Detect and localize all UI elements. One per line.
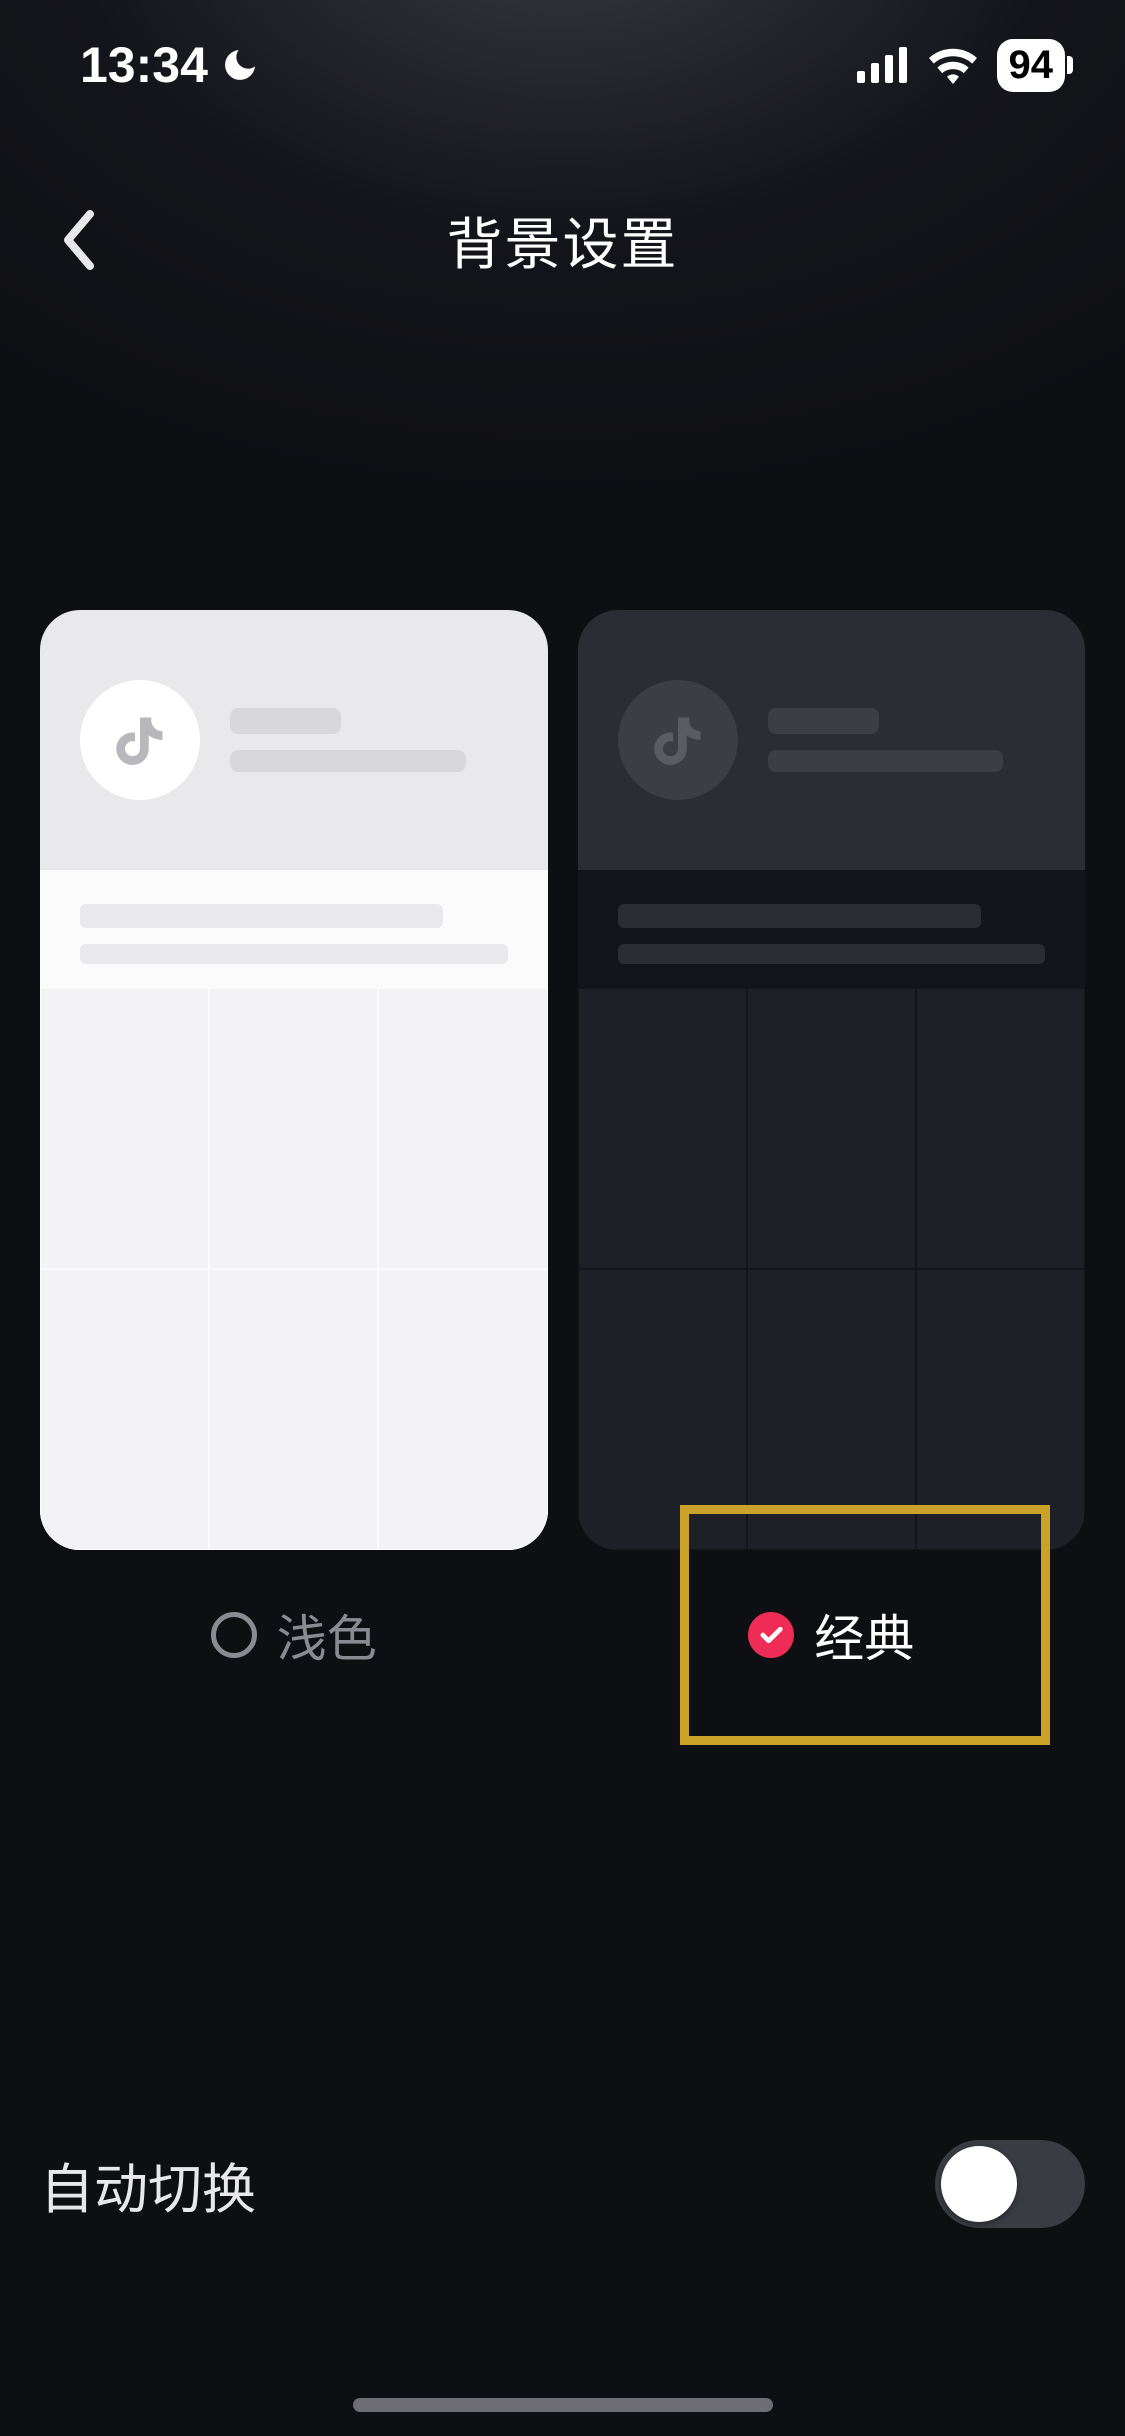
theme-light-label: 浅色 xyxy=(277,1599,377,1671)
status-right: 94 xyxy=(857,39,1066,92)
theme-option-light[interactable]: 浅色 xyxy=(40,610,548,1680)
douyin-logo-icon xyxy=(80,680,200,800)
dnd-moon-icon xyxy=(220,45,260,85)
theme-options: 浅色 xyxy=(40,610,1085,1680)
radio-unchecked-icon xyxy=(211,1612,257,1658)
theme-option-dark[interactable]: 经典 xyxy=(578,610,1086,1680)
preview-title-lines xyxy=(230,708,508,772)
theme-dark-label: 经典 xyxy=(814,1599,914,1671)
checkmark-icon xyxy=(757,1621,785,1649)
preview-body xyxy=(578,870,1086,1550)
theme-preview-dark xyxy=(578,610,1086,1550)
status-time: 13:34 xyxy=(80,36,208,94)
theme-preview-light xyxy=(40,610,548,1550)
wifi-icon xyxy=(927,46,979,84)
nav-bar: 背景设置 xyxy=(0,180,1125,300)
home-indicator xyxy=(353,2398,773,2412)
chevron-left-icon xyxy=(60,210,100,270)
preview-header xyxy=(578,610,1086,870)
status-bar: 13:34 94 xyxy=(0,0,1125,130)
auto-switch-row: 自动切换 xyxy=(40,2140,1085,2228)
preview-body xyxy=(40,870,548,1550)
battery-level: 94 xyxy=(1009,43,1054,88)
auto-switch-toggle[interactable] xyxy=(935,2140,1085,2228)
preview-title-lines xyxy=(768,708,1046,772)
auto-switch-label: 自动切换 xyxy=(40,2145,256,2224)
cellular-signal-icon xyxy=(857,47,909,83)
status-left: 13:34 xyxy=(80,36,260,94)
douyin-logo-icon xyxy=(618,680,738,800)
preview-header xyxy=(40,610,548,870)
toggle-knob xyxy=(941,2146,1017,2222)
theme-light-selector[interactable]: 浅色 xyxy=(211,1590,377,1680)
theme-dark-selector[interactable]: 经典 xyxy=(748,1590,914,1680)
battery-indicator: 94 xyxy=(997,39,1066,92)
back-button[interactable] xyxy=(50,210,110,270)
page-title: 背景设置 xyxy=(447,200,679,281)
radio-checked-icon xyxy=(748,1612,794,1658)
